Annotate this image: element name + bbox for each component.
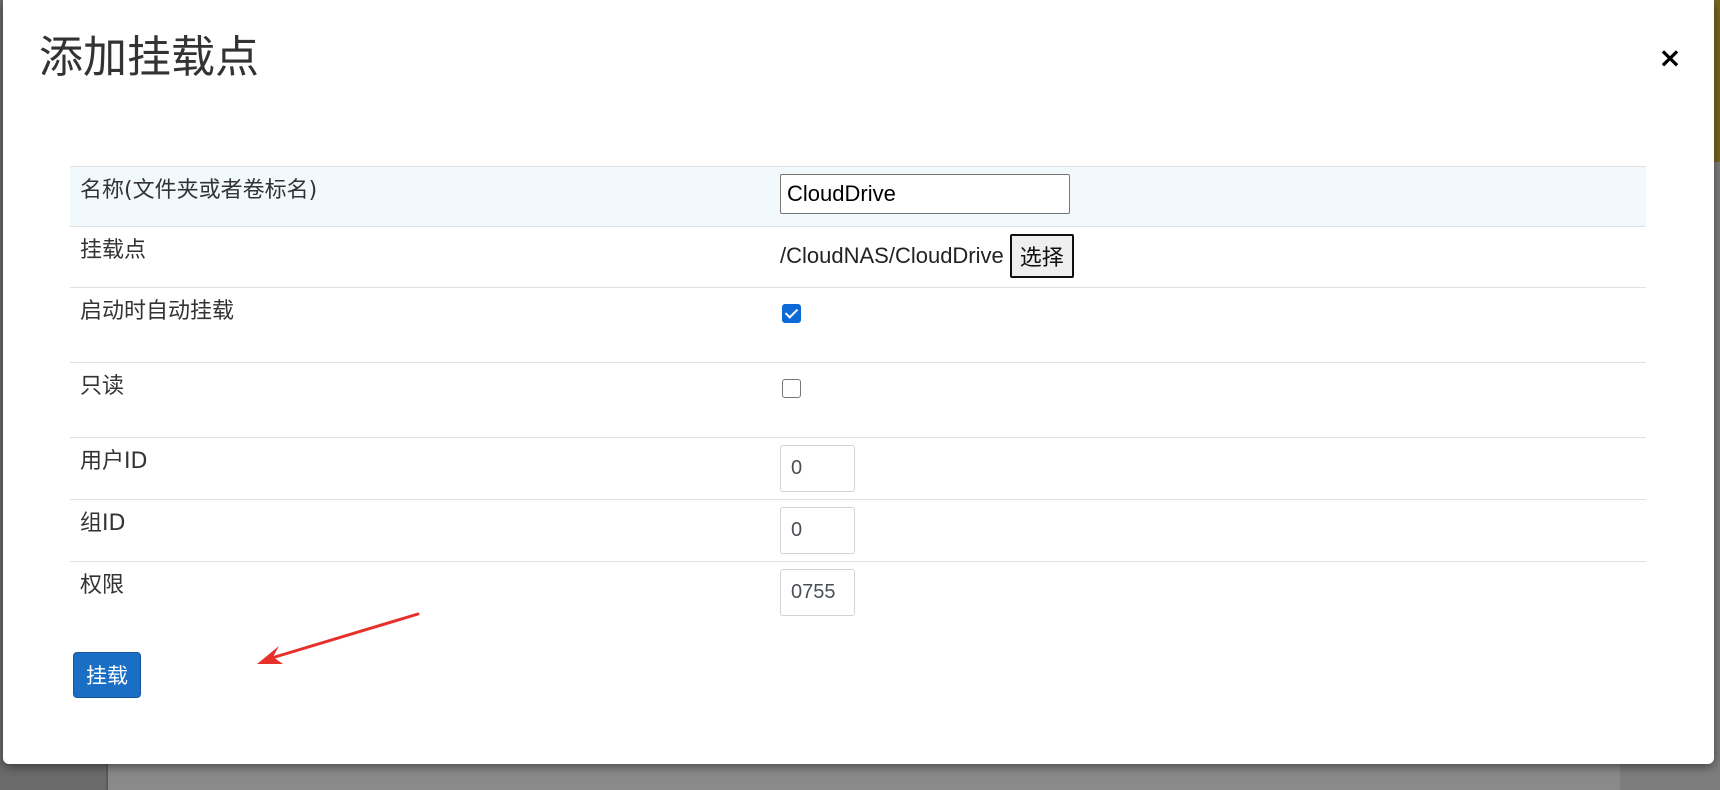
permission-label: 权限: [80, 573, 125, 598]
group-id-input[interactable]: 0: [780, 507, 855, 554]
mount-form-table: 名称(文件夹或者卷标名) 挂载点 /CloudNAS/CloudDrive选择 …: [70, 166, 1646, 624]
form-row-user-id: 用户ID 0: [70, 437, 1646, 500]
close-icon[interactable]: ×: [1656, 44, 1684, 72]
permission-input[interactable]: 0755: [780, 569, 855, 616]
dialog-title: 添加挂载点: [39, 32, 259, 83]
mount-point-path: /CloudNAS/CloudDrive: [780, 243, 1004, 268]
form-row-read-only: 只读: [70, 362, 1646, 438]
auto-mount-label: 启动时自动挂载: [80, 299, 235, 324]
annotation-arrow-icon: [257, 612, 420, 664]
mount-point-label: 挂载点: [80, 238, 147, 263]
form-row-name: 名称(文件夹或者卷标名): [70, 166, 1646, 227]
form-row-mount-point: 挂载点 /CloudNAS/CloudDrive 选择: [70, 226, 1646, 288]
group-id-label: 组ID: [80, 511, 126, 536]
name-input[interactable]: [780, 174, 1070, 214]
read-only-checkbox[interactable]: [782, 379, 801, 398]
read-only-label: 只读: [80, 374, 125, 399]
mount-button[interactable]: 挂载: [73, 652, 141, 698]
select-button[interactable]: 选择: [1009, 234, 1074, 278]
user-id-label: 用户ID: [80, 449, 148, 474]
add-mount-point-dialog: 添加挂载点 × 名称(文件夹或者卷标名) 挂载点 /CloudNAS/Cloud…: [3, 0, 1714, 764]
auto-mount-checkbox[interactable]: [782, 304, 801, 323]
user-id-input[interactable]: 0: [780, 445, 855, 492]
form-row-auto-mount: 启动时自动挂载: [70, 287, 1646, 363]
form-row-group-id: 组ID 0: [70, 499, 1646, 562]
name-label: 名称(文件夹或者卷标名): [80, 178, 318, 203]
